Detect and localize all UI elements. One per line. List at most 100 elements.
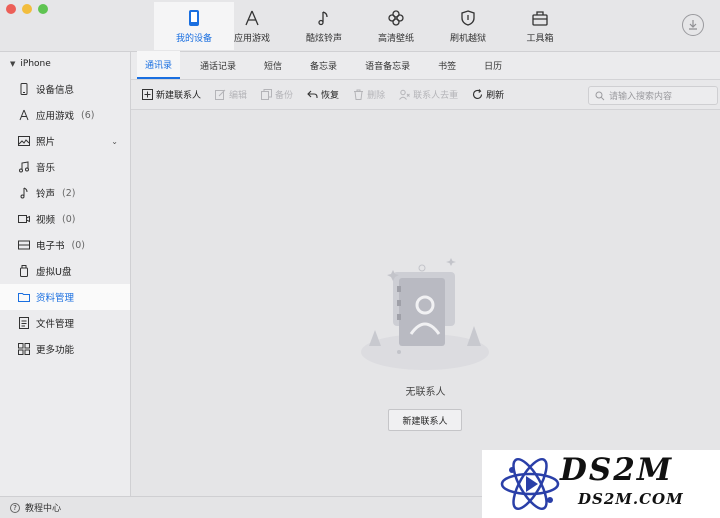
copy-icon xyxy=(261,89,273,100)
watermark-title: DS2M xyxy=(560,452,674,488)
backup-button[interactable]: 备份 xyxy=(261,88,293,101)
nav-ringtones[interactable]: 酷炫铃声 xyxy=(284,2,364,50)
action-label: 新建联系人 xyxy=(156,91,202,101)
new-contact-button[interactable]: 新建联系人 xyxy=(142,88,201,101)
add-icon xyxy=(142,89,153,100)
nav-label: 刷机越狱 xyxy=(449,33,486,44)
empty-contacts-illustration xyxy=(361,258,489,370)
folder-icon xyxy=(18,293,30,302)
dedupe-contacts-button[interactable]: 联系人去重 xyxy=(399,88,458,101)
toolbox-icon xyxy=(532,10,548,26)
tab-bar: 通讯录 通话记录 短信 备忘录 语音备忘录 书签 日历 xyxy=(131,51,720,80)
video-icon xyxy=(18,215,30,223)
user-dedupe-icon xyxy=(399,89,410,100)
minimize-window-button[interactable] xyxy=(22,4,32,14)
nav-label: 高清壁纸 xyxy=(377,33,414,44)
help-icon: ? xyxy=(10,502,20,513)
sidebar: ▼ iPhone 设备信息 应用游戏 (6) 照片 ⌄ 音乐 铃声 (2) 视频… xyxy=(0,52,131,496)
search-input[interactable]: 请输入搜索内容 xyxy=(588,86,718,105)
download-icon xyxy=(689,20,697,30)
nav-label: 工具箱 xyxy=(526,33,554,44)
action-label: 删除 xyxy=(367,91,386,101)
sidebar-item-label: 应用游戏 xyxy=(36,111,75,122)
tab-calendar[interactable]: 日历 xyxy=(476,51,510,79)
phone-icon xyxy=(189,9,199,26)
action-label: 编辑 xyxy=(229,91,248,101)
sidebar-item-label: 铃声 xyxy=(36,189,56,200)
restore-button[interactable]: 恢复 xyxy=(307,88,339,101)
sidebar-item-label: 音乐 xyxy=(36,163,56,174)
zoom-window-button[interactable] xyxy=(38,4,48,14)
sidebar-item-data-management[interactable]: 资料管理 xyxy=(0,284,130,310)
watermark: DS2M DS2M.COM xyxy=(482,450,720,518)
top-toolbar: 我的设备 应用游戏 酷炫铃声 高清壁纸 刷机越狱 工具箱 xyxy=(0,0,720,52)
tab-voice-memos[interactable]: 语音备忘录 xyxy=(357,51,418,79)
tab-notes[interactable]: 备忘录 xyxy=(302,51,345,79)
edit-button[interactable]: 编辑 xyxy=(215,88,247,101)
sidebar-item-file-management[interactable]: 文件管理 xyxy=(0,310,130,336)
nav-label: 应用游戏 xyxy=(233,33,270,44)
tab-contacts[interactable]: 通讯录 xyxy=(137,51,181,79)
delete-button[interactable]: 删除 xyxy=(353,88,385,101)
file-icon xyxy=(19,317,29,329)
sidebar-item-apps[interactable]: 应用游戏 (6) xyxy=(0,102,130,128)
nav-flash-jailbreak[interactable]: 刷机越狱 xyxy=(428,2,508,50)
tutorial-center-link[interactable]: 教程中心 xyxy=(25,501,61,514)
nav-wallpapers[interactable]: 高清壁纸 xyxy=(356,2,436,50)
sidebar-item-label: 视频 xyxy=(36,215,56,226)
music-icon xyxy=(19,161,29,173)
sidebar-item-label: 设备信息 xyxy=(36,85,75,96)
close-window-button[interactable] xyxy=(6,4,16,14)
sidebar-item-ringtones[interactable]: 铃声 (2) xyxy=(0,180,130,206)
nav-toolbox[interactable]: 工具箱 xyxy=(500,2,580,50)
tab-sms[interactable]: 短信 xyxy=(256,51,290,79)
tab-bookmarks[interactable]: 书签 xyxy=(430,51,464,79)
sidebar-item-ebooks[interactable]: 电子书 (0) xyxy=(0,232,130,258)
nav-label: 我的设备 xyxy=(175,33,212,44)
new-contact-empty-button[interactable]: 新建联系人 xyxy=(388,409,462,431)
sidebar-item-device-info[interactable]: 设备信息 xyxy=(0,76,130,102)
sidebar-item-label: 文件管理 xyxy=(36,319,75,330)
nav-apps-games[interactable]: 应用游戏 xyxy=(212,2,292,50)
tab-call-log[interactable]: 通话记录 xyxy=(192,51,244,79)
sidebar-item-more[interactable]: 更多功能 xyxy=(0,336,130,362)
appstore-icon xyxy=(19,109,29,121)
sidebar-item-label: 资料管理 xyxy=(36,293,75,304)
sidebar-item-count: (0) xyxy=(71,239,85,251)
trash-icon xyxy=(354,89,364,100)
sidebar-item-count: (2) xyxy=(62,187,76,199)
empty-state-message: 无联系人 xyxy=(405,387,446,398)
action-toolbar: 新建联系人 编辑 备份 恢复 删除 联系人去重 刷新 请输入搜索内容 xyxy=(131,80,720,110)
download-button[interactable] xyxy=(682,14,704,36)
atom-logo-icon xyxy=(500,457,560,511)
shield-icon xyxy=(461,9,475,26)
bell-note-icon xyxy=(20,187,28,199)
sidebar-item-video[interactable]: 视频 (0) xyxy=(0,206,130,232)
image-icon xyxy=(18,136,30,146)
sidebar-item-label: 虚拟U盘 xyxy=(36,267,72,278)
action-label: 备份 xyxy=(275,91,294,101)
chevron-down-icon[interactable]: ⌄ xyxy=(111,137,118,146)
sidebar-item-photos[interactable]: 照片 ⌄ xyxy=(0,128,130,154)
edit-icon xyxy=(215,89,226,100)
usb-icon xyxy=(20,265,28,277)
sidebar-item-label: 更多功能 xyxy=(36,345,75,356)
action-label: 刷新 xyxy=(486,91,505,101)
sidebar-item-count: (6) xyxy=(81,109,95,121)
action-label: 联系人去重 xyxy=(413,91,459,101)
window-controls xyxy=(6,4,48,14)
sidebar-item-count: (0) xyxy=(62,213,76,225)
sidebar-item-label: 照片 xyxy=(36,137,56,148)
appstore-icon xyxy=(245,10,259,25)
flower-icon xyxy=(388,9,404,26)
sidebar-item-music[interactable]: 音乐 xyxy=(0,154,130,180)
search-icon xyxy=(595,91,605,100)
device-name: iPhone xyxy=(20,59,51,69)
refresh-button[interactable]: 刷新 xyxy=(472,88,504,101)
sidebar-item-virtual-usb[interactable]: 虚拟U盘 xyxy=(0,258,130,284)
device-header[interactable]: ▼ iPhone xyxy=(0,52,130,76)
refresh-icon xyxy=(473,89,483,100)
disclosure-triangle-icon: ▼ xyxy=(10,60,16,68)
search-placeholder: 请输入搜索内容 xyxy=(609,92,673,102)
grid-icon xyxy=(18,343,30,355)
